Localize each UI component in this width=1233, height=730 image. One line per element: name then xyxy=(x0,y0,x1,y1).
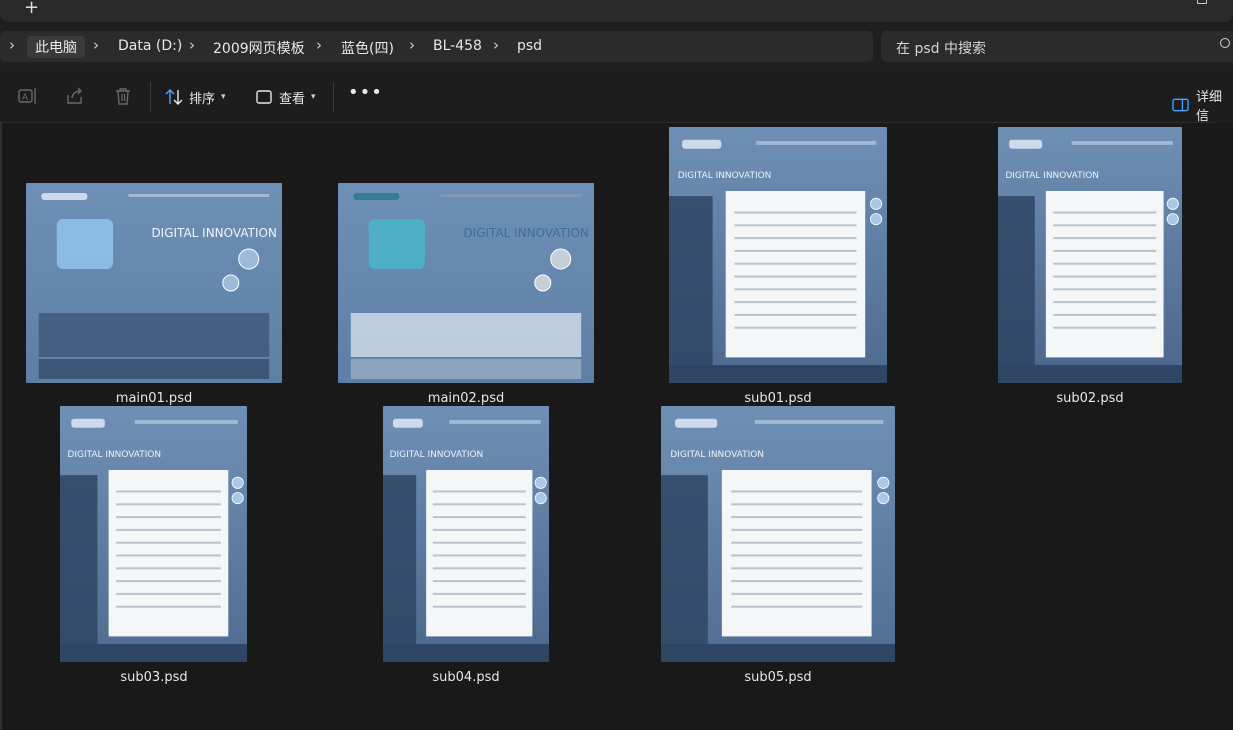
more-options-button[interactable]: ••• xyxy=(348,82,383,103)
details-pane-label: 详细信 xyxy=(1196,90,1223,124)
view-layout-icon xyxy=(256,90,272,104)
file-name-label[interactable]: main01.psd xyxy=(74,391,234,406)
sort-label: 排序 xyxy=(189,91,216,107)
breadcrumb-psd[interactable]: psd xyxy=(517,38,542,54)
file-name-label[interactable]: sub01.psd xyxy=(698,391,858,406)
toolbar-divider xyxy=(150,82,151,112)
search-box[interactable]: 在 psd 中搜索 xyxy=(881,31,1233,62)
file-name-label[interactable]: sub05.psd xyxy=(698,670,858,685)
file-name-label[interactable]: sub02.psd xyxy=(1010,391,1170,406)
details-pane-icon xyxy=(1172,98,1189,112)
breadcrumb-blue-four[interactable]: 蓝色(四) xyxy=(341,38,394,58)
file-name-label[interactable]: sub04.psd xyxy=(386,670,546,685)
chevron-right-icon[interactable]: › xyxy=(493,36,499,54)
file-thumbnail[interactable]: DIGITAL INNOVATION xyxy=(383,406,549,662)
vertical-scrollbar[interactable] xyxy=(1216,122,1233,730)
rename-icon[interactable]: A xyxy=(18,87,38,105)
file-thumbnail[interactable]: DIGITAL INNOVATION xyxy=(669,127,887,383)
chevron-down-icon: ▾ xyxy=(311,92,316,102)
sort-arrows-icon xyxy=(165,89,183,105)
sort-button[interactable]: 排序 ▾ xyxy=(165,86,226,108)
search-icon xyxy=(1220,38,1230,48)
file-thumbnail[interactable]: DIGITAL INNOVATION xyxy=(60,406,247,662)
svg-text:DIGITAL INNOVATION: DIGITAL INNOVATION xyxy=(670,450,764,460)
breadcrumb-this-pc[interactable]: 此电脑 xyxy=(27,36,85,58)
breadcrumb-bl-458[interactable]: BL-458 xyxy=(433,38,482,54)
file-thumbnail[interactable]: DIGITAL INNOVATION xyxy=(338,183,594,383)
svg-text:DIGITAL INNOVATION: DIGITAL INNOVATION xyxy=(678,171,772,181)
svg-text:DIGITAL INNOVATION: DIGITAL INNOVATION xyxy=(67,450,161,460)
file-name-label[interactable]: sub03.psd xyxy=(74,670,234,685)
svg-text:DIGITAL INNOVATION: DIGITAL INNOVATION xyxy=(1005,171,1099,181)
search-input[interactable]: 在 psd 中搜索 xyxy=(896,38,986,58)
svg-text:DIGITAL INNOVATION: DIGITAL INNOVATION xyxy=(151,226,276,240)
svg-text:DIGITAL INNOVATION: DIGITAL INNOVATION xyxy=(390,450,484,460)
title-bar: + xyxy=(0,0,1233,22)
chevron-right-icon[interactable]: › xyxy=(9,36,15,54)
restore-window-icon[interactable] xyxy=(1197,0,1207,4)
chevron-down-icon: ▾ xyxy=(221,92,226,102)
breadcrumb-data-drive[interactable]: Data (D:) xyxy=(118,38,182,54)
chevron-right-icon[interactable]: › xyxy=(189,36,195,54)
toolbar-divider xyxy=(333,82,334,112)
delete-icon[interactable] xyxy=(115,87,131,105)
address-bar[interactable]: › 此电脑 › Data (D:) › 2009网页模板 › 蓝色(四) › B… xyxy=(0,31,873,62)
breadcrumb-templates-2009[interactable]: 2009网页模板 xyxy=(213,38,305,58)
view-label: 查看 xyxy=(279,91,306,107)
file-thumbnail[interactable]: DIGITAL INNOVATION xyxy=(998,127,1182,383)
share-icon[interactable] xyxy=(66,87,84,105)
svg-text:A: A xyxy=(22,93,29,103)
file-thumbnail[interactable]: DIGITAL INNOVATION xyxy=(26,183,282,383)
chevron-right-icon[interactable]: › xyxy=(409,36,415,54)
details-pane-button[interactable]: 详细信 xyxy=(1172,86,1233,124)
navigation-pane-edge xyxy=(0,122,2,730)
file-thumbnail[interactable]: DIGITAL INNOVATION xyxy=(661,406,895,662)
new-tab-button[interactable]: + xyxy=(24,0,39,19)
svg-text:DIGITAL INNOVATION: DIGITAL INNOVATION xyxy=(463,226,588,240)
tab-strip xyxy=(0,0,1233,22)
file-name-label[interactable]: main02.psd xyxy=(386,391,546,406)
chevron-right-icon[interactable]: › xyxy=(93,36,99,54)
chevron-right-icon[interactable]: › xyxy=(316,36,322,54)
view-button[interactable]: 查看 ▾ xyxy=(255,86,316,108)
